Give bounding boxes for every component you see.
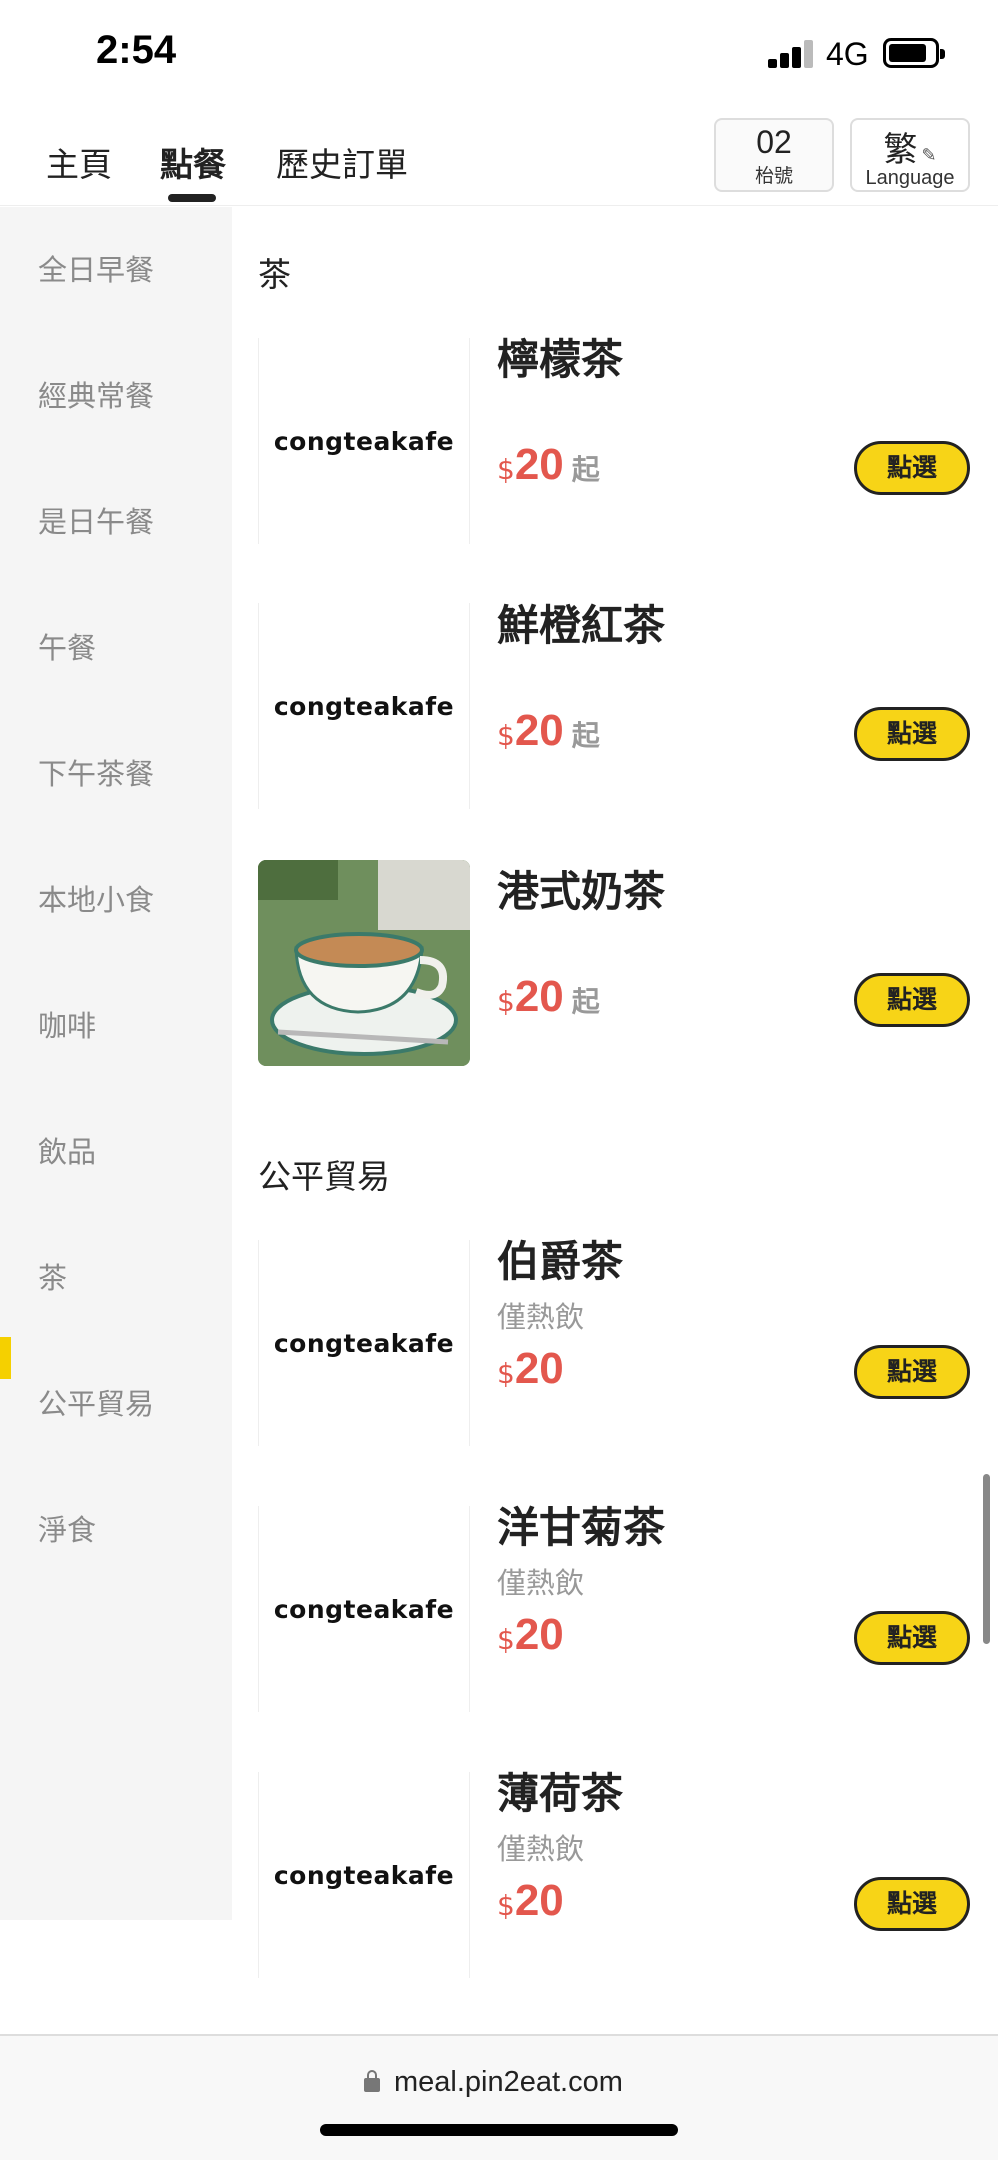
section-title-tea: 茶 bbox=[258, 255, 291, 294]
sidebar-item-local-snacks[interactable]: 本地小食 bbox=[38, 877, 154, 919]
sidebar-item-tea[interactable]: 茶 bbox=[38, 1255, 67, 1297]
category-sidebar: 全日早餐 經典常餐 是日午餐 午餐 下午茶餐 本地小食 咖啡 飲品 茶 公平貿易… bbox=[0, 207, 232, 1920]
tab-home[interactable]: 主頁 bbox=[46, 138, 112, 186]
sidebar-item-daily-lunch[interactable]: 是日午餐 bbox=[38, 499, 154, 541]
tab-order[interactable]: 點餐 bbox=[160, 138, 226, 186]
sidebar-item-classic-set[interactable]: 經典常餐 bbox=[38, 373, 154, 415]
milk-tea-cup-illustration bbox=[258, 860, 470, 1066]
sidebar-item-all-day-breakfast[interactable]: 全日早餐 bbox=[38, 247, 154, 289]
item-image: congteakafe bbox=[258, 603, 470, 809]
brand-logo-text: congteakafe bbox=[273, 1594, 455, 1624]
item-name: 伯爵茶 bbox=[497, 1237, 624, 1286]
tab-order-history[interactable]: 歷史訂單 bbox=[276, 138, 408, 186]
select-button[interactable]: 點選 bbox=[854, 1345, 970, 1399]
item-price: $20 bbox=[497, 1876, 564, 1925]
scrollbar[interactable] bbox=[983, 1474, 990, 1644]
brand-logo-text: congteakafe bbox=[273, 1328, 455, 1358]
item-price: $20 起 bbox=[497, 972, 600, 1021]
item-name: 港式奶茶 bbox=[497, 867, 666, 916]
table-number-label: 枱號 bbox=[754, 165, 793, 187]
active-tab-indicator bbox=[168, 194, 216, 202]
item-price: $20 起 bbox=[497, 706, 600, 755]
select-button[interactable]: 點選 bbox=[854, 1611, 970, 1665]
language-current: 繁 bbox=[883, 130, 918, 170]
sidebar-item-fair-trade[interactable]: 公平貿易 bbox=[38, 1381, 154, 1423]
item-image: congteakafe bbox=[258, 1772, 470, 1978]
home-indicator[interactable] bbox=[320, 2124, 678, 2136]
active-category-marker bbox=[0, 1337, 11, 1379]
language-button[interactable]: 繁 ✎ Language bbox=[850, 118, 970, 192]
item-name: 洋甘菊茶 bbox=[497, 1503, 666, 1552]
sidebar-item-drinks[interactable]: 飲品 bbox=[38, 1129, 96, 1171]
item-name: 檸檬茶 bbox=[497, 335, 624, 384]
brand-logo-text: congteakafe bbox=[273, 691, 455, 721]
select-button[interactable]: 點選 bbox=[854, 707, 970, 761]
item-image: congteakafe bbox=[258, 1240, 470, 1446]
item-name: 薄荷茶 bbox=[497, 1769, 624, 1818]
item-description: 僅熱飲 bbox=[497, 1300, 585, 1334]
status-time: 2:54 bbox=[96, 28, 177, 72]
signal-icon bbox=[768, 40, 814, 68]
status-bar: 2:54 4G bbox=[0, 0, 998, 110]
pencil-icon: ✎ bbox=[921, 145, 937, 166]
top-nav: 主頁 點餐 歷史訂單 02 枱號 繁 ✎ Language bbox=[0, 110, 998, 206]
select-button[interactable]: 點選 bbox=[854, 441, 970, 495]
section-title-fair-trade: 公平貿易 bbox=[258, 1157, 390, 1196]
item-image: congteakafe bbox=[258, 1506, 470, 1712]
item-description: 僅熱飲 bbox=[497, 1566, 585, 1600]
sidebar-item-afternoon-tea[interactable]: 下午茶餐 bbox=[38, 751, 154, 793]
sidebar-item-coffee[interactable]: 咖啡 bbox=[38, 1003, 96, 1045]
lock-icon bbox=[364, 2070, 380, 2092]
milk-tea-photo bbox=[258, 860, 470, 1066]
select-button[interactable]: 點選 bbox=[854, 973, 970, 1027]
item-price: $20 起 bbox=[497, 440, 600, 489]
browser-url-bar[interactable]: meal.pin2eat.com bbox=[0, 2034, 998, 2160]
select-button[interactable]: 點選 bbox=[854, 1877, 970, 1931]
brand-logo-text: congteakafe bbox=[273, 1860, 455, 1890]
item-name: 鮮橙紅茶 bbox=[497, 601, 666, 650]
sidebar-item-plain[interactable]: 淨食 bbox=[38, 1507, 96, 1549]
brand-logo-text: congteakafe bbox=[273, 426, 455, 456]
battery-icon bbox=[883, 38, 945, 68]
url-text: meal.pin2eat.com bbox=[394, 2066, 623, 2098]
table-number: 02 bbox=[756, 124, 792, 160]
item-price: $20 bbox=[497, 1344, 564, 1393]
item-description: 僅熱飲 bbox=[497, 1832, 585, 1866]
item-price: $20 bbox=[497, 1610, 564, 1659]
sidebar-item-lunch[interactable]: 午餐 bbox=[38, 625, 96, 667]
network-type: 4G bbox=[826, 36, 869, 72]
language-label: Language bbox=[865, 167, 955, 189]
table-number-box: 02 枱號 bbox=[714, 118, 834, 192]
item-image: congteakafe bbox=[258, 338, 470, 544]
